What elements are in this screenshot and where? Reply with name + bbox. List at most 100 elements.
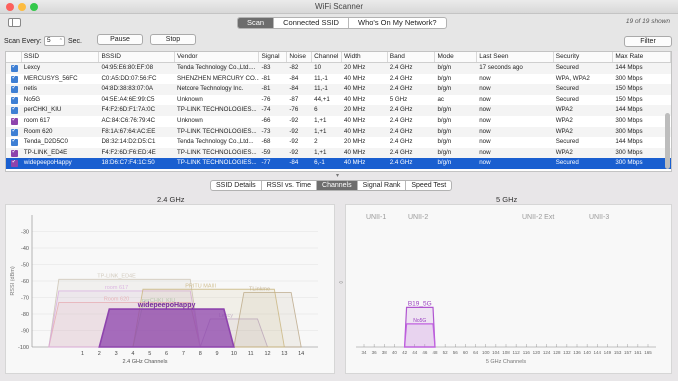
table-cell: room 617 [23, 116, 51, 124]
column-header-security[interactable]: Security [554, 52, 614, 62]
x-tick-label: 11 [248, 351, 254, 357]
table-row[interactable]: Lexcy 04:95:E6:80:EF:08 Tenda Technology C… [6, 63, 671, 74]
table-cell: 150 Mbps [615, 85, 643, 93]
table-cell: Secured [555, 85, 579, 93]
table-cell: WPA, WPA2 [555, 74, 590, 82]
row-enabled-checkbox[interactable] [6, 127, 22, 138]
column-header-vendor[interactable]: Vendor [175, 52, 260, 62]
table-cell: 300 Mbps [615, 148, 643, 156]
column-header-width[interactable]: Width [342, 52, 388, 62]
table-cell: 144 Mbps [615, 138, 643, 146]
table-cell: 2.4 GHz [389, 138, 413, 146]
checkmark-icon [11, 160, 18, 168]
tab-channels[interactable]: Channels [317, 181, 358, 190]
table-cell: Unknown [176, 95, 203, 103]
table-row[interactable]: TP-LINK_ED4E F4:F2:6D:F6:ED:4E TP-LINK TEC… [6, 147, 671, 159]
x-tick-label: 157 [624, 350, 632, 355]
table-row[interactable]: room 617 AC:84:C6:76:79:4C Unknown -66 -92 1,… [6, 116, 671, 127]
table-row[interactable]: netis 04:8D:38:83:07:0A Netcore Technology… [6, 84, 671, 95]
chart-24-title: 2.4 GHz [157, 195, 185, 204]
tab-speed-test[interactable]: Speed Test [406, 181, 451, 190]
y-axis-label: RSSI (dBm) [10, 266, 16, 296]
table-cell: b/g/n [437, 116, 452, 124]
table-cell: -73 [261, 127, 271, 135]
table-cell: now [479, 148, 491, 156]
x-tick-label: 46 [422, 350, 428, 355]
table-cell: Netcore Technology Inc. [176, 85, 244, 93]
row-enabled-checkbox[interactable] [6, 116, 22, 127]
table-row[interactable]: perCHKI_KIU F4:F2:6D:F1:7A:0C TP-LINK TECH… [6, 105, 671, 116]
table-cell: TP-LINK_ED4E [23, 148, 68, 156]
row-enabled-checkbox[interactable] [6, 84, 22, 95]
x-tick-label: 7 [182, 351, 185, 357]
tab-ssid-details[interactable]: SSID Details [211, 181, 262, 190]
column-header-mode[interactable]: Mode [435, 52, 478, 62]
table-cell: b/g/n [437, 148, 452, 156]
table-cell: WPA2 [555, 106, 573, 114]
column-header-band[interactable]: Band [388, 52, 436, 62]
series-label: TP-LINK_ED4E [97, 273, 136, 279]
table-cell: -84 [289, 74, 299, 82]
row-enabled-checkbox[interactable] [6, 105, 22, 116]
table-scrollbar[interactable] [665, 113, 670, 169]
table-cell: Tenda Technology Co.,Ltd.... [176, 64, 256, 71]
row-enabled-checkbox[interactable] [6, 148, 22, 159]
tab-connected-ssid[interactable]: Connected SSID [274, 18, 349, 28]
row-enabled-checkbox[interactable] [6, 95, 22, 106]
x-tick-label: 132 [563, 350, 571, 355]
scan-interval-select[interactable]: 5 [44, 36, 65, 46]
tab-rssi-vs-time[interactable]: RSSI vs. Time [262, 181, 318, 190]
x-tick-label: 144 [594, 350, 602, 355]
table-row[interactable]: Tenda_D2D5C0 D8:32:14:D2:D5:C1 Tenda Techn… [6, 137, 671, 148]
filter-button[interactable]: Filter [624, 36, 672, 47]
column-header-signal[interactable]: Signal [259, 52, 288, 62]
table-row[interactable]: widepeepoHappy 18:D6:C7:F4:1C:50 TP-LINK T… [6, 158, 671, 169]
checkmark-icon [11, 86, 18, 94]
table-cell: 2.4 GHz [389, 159, 413, 167]
row-enabled-checkbox[interactable] [6, 158, 22, 169]
table-header: SSID BSSID Vendor Signal Noise Channel Width Ba… [6, 52, 672, 63]
x-tick-label: 14 [298, 351, 304, 357]
series-area [403, 323, 436, 348]
table-cell: 2.4 GHz [389, 85, 413, 93]
panel-divider-icon[interactable]: ‹› [339, 280, 343, 286]
toolbar: Scan Connected SSID Who's On My Network?… [0, 14, 678, 51]
checkmark-icon [11, 65, 18, 72]
x-tick-label: 38 [382, 350, 388, 355]
column-header-max-rate[interactable]: Max Rate [613, 52, 672, 62]
row-enabled-checkbox[interactable] [6, 74, 22, 85]
tab-scan[interactable]: Scan [238, 18, 275, 28]
x-tick-label: 10 [231, 351, 237, 357]
splitter-handle-icon[interactable]: ▾ [336, 172, 339, 179]
table-cell: 300 Mbps [615, 127, 643, 135]
column-header-noise[interactable]: Noise [287, 52, 313, 62]
table-cell: -82 [289, 64, 299, 71]
table-cell: 04:8D:38:83:07:0A [101, 85, 154, 93]
x-tick-label: 60 [463, 350, 469, 355]
column-header-enabled[interactable] [6, 52, 22, 62]
row-enabled-checkbox[interactable] [6, 137, 22, 148]
table-cell: perCHKI_KIU [23, 106, 62, 114]
column-header-last-seen[interactable]: Last Seen [477, 52, 554, 62]
table-row[interactable]: MERCUSYS_56FC C0:A5:DD:07:56:FC SHENZHEN M… [6, 74, 671, 85]
table-cell: AC:84:C6:76:79:4C [101, 116, 156, 124]
sidebar-toggle-icon[interactable] [8, 18, 21, 27]
x-tick-label: 64 [473, 350, 479, 355]
band-label: UNII-1 [366, 214, 386, 221]
tab-signal-rank[interactable]: Signal Rank [358, 181, 407, 190]
x-tick-label: 104 [492, 350, 500, 355]
column-header-channel[interactable]: Channel [312, 52, 342, 62]
x-tick-label: 100 [482, 350, 490, 355]
pause-button[interactable]: Pause [97, 34, 143, 45]
column-header-ssid[interactable]: SSID [22, 52, 100, 62]
stop-button[interactable]: Stop [150, 34, 196, 45]
row-enabled-checkbox[interactable] [6, 63, 22, 74]
table-row[interactable]: No5G 04:5E:A4:6E:99:C5 Unknown -76 -87 44,+1 4… [6, 95, 671, 106]
y-tick-label: -60 [21, 279, 29, 285]
x-tick-label: 56 [453, 350, 459, 355]
table-cell: 40 MHz [344, 159, 366, 167]
column-header-bssid[interactable]: BSSID [99, 52, 175, 62]
x-tick-label: 120 [533, 350, 541, 355]
tab-whos-on-my-network[interactable]: Who's On My Network? [349, 18, 446, 28]
table-row[interactable]: Room 620 F8:1A:67:64:AC:EE TP-LINK TECHNOL… [6, 126, 671, 138]
